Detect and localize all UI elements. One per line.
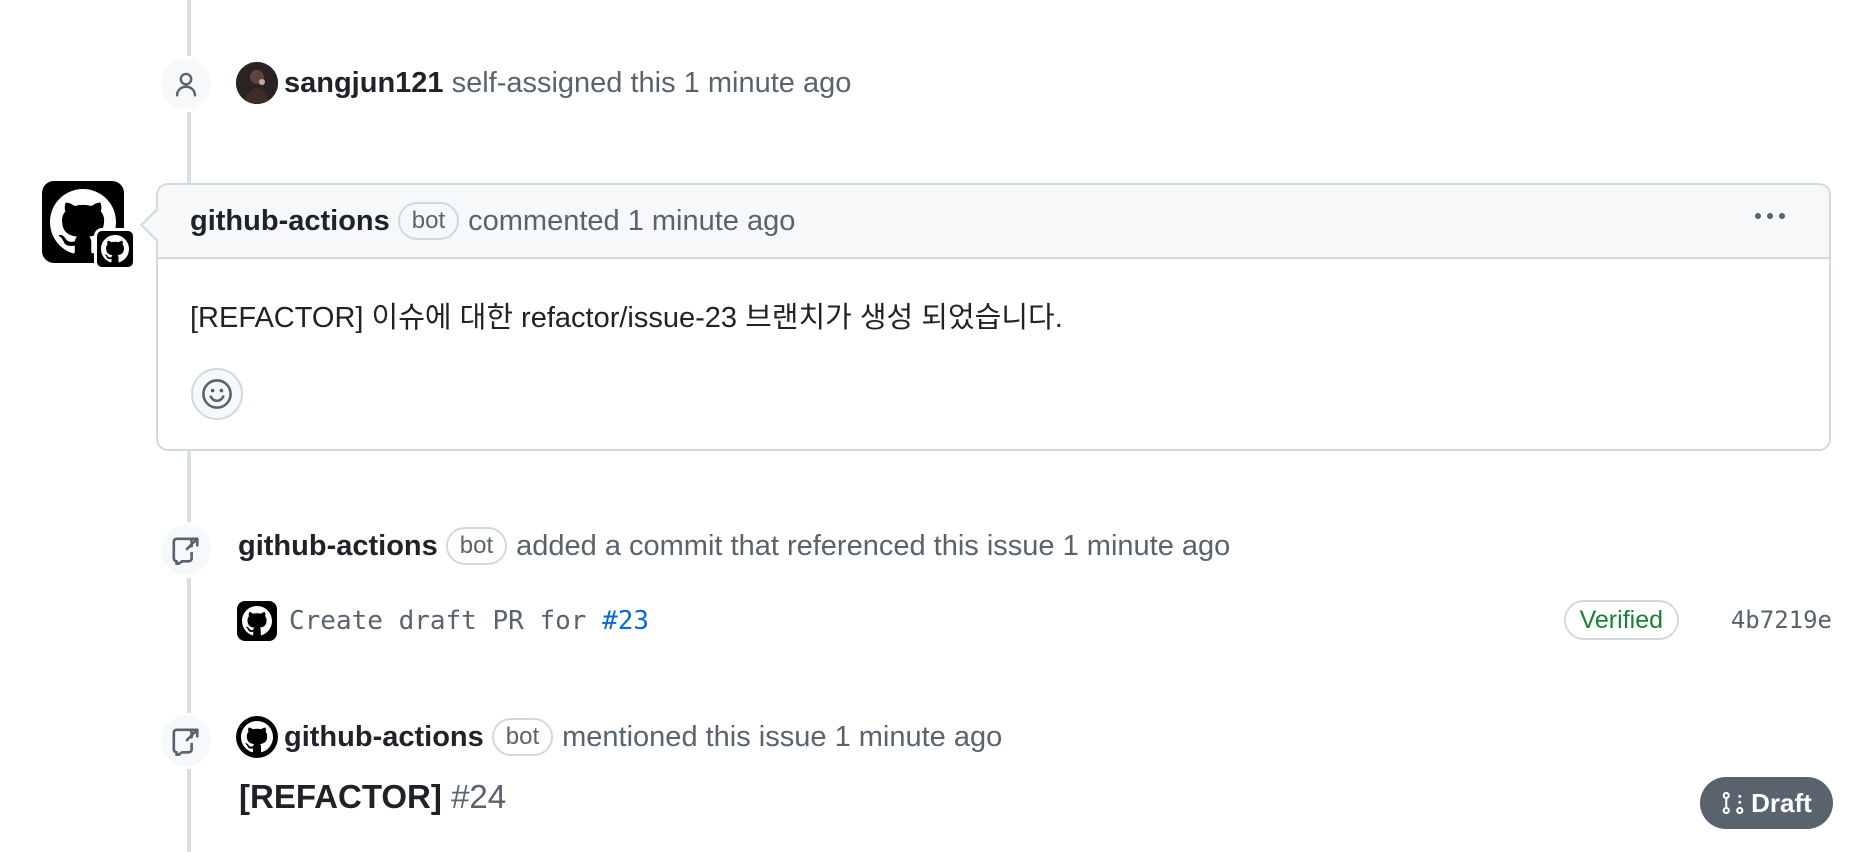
actor-link[interactable]: github-actions	[190, 205, 390, 238]
smiley-icon	[202, 379, 232, 409]
comment-header: github-actions bot commented 1 minute ag…	[158, 185, 1829, 259]
cross-reference-icon	[172, 728, 199, 756]
commit-author-avatar[interactable]	[237, 601, 277, 641]
bot-label: bot	[445, 527, 508, 565]
draft-state-badge: Draft	[1700, 777, 1833, 829]
issue-link[interactable]: #23	[602, 606, 649, 636]
mention-event-badge	[158, 713, 214, 769]
person-icon	[175, 72, 197, 97]
app-badge-avatar	[94, 228, 136, 270]
assigned-event-badge	[158, 56, 214, 112]
mention-event: github-actions bot mentioned this issue …	[284, 715, 1002, 759]
avatar[interactable]	[236, 62, 278, 104]
actor-link[interactable]: github-actions	[238, 530, 438, 563]
octocat-icon	[242, 606, 272, 636]
commit-sha-link[interactable]: 4b7219e	[1731, 606, 1832, 634]
commit-message[interactable]: Create draft PR for #23	[289, 606, 649, 636]
event-text: mentioned this issue 1 minute ago	[562, 720, 1003, 753]
user-photo-avatar	[236, 62, 278, 104]
assigned-event: sangjun121 self-assigned this 1 minute a…	[284, 63, 851, 103]
event-text: added a commit that referenced this issu…	[516, 529, 1231, 562]
octocat-icon	[101, 235, 129, 263]
verified-badge[interactable]: Verified	[1563, 600, 1679, 640]
octocat-icon	[241, 721, 273, 753]
cross-reference-icon	[172, 537, 199, 565]
comment-action-text: commented 1 minute ago	[468, 204, 796, 237]
referenced-pr-title[interactable]: [REFACTOR]	[239, 778, 442, 815]
commit-row: Create draft PR for #23 Verified 4b7219e	[237, 598, 1832, 644]
add-reaction-button[interactable]	[191, 368, 243, 420]
commit-ref-event-badge	[158, 522, 214, 578]
comment-body: [REFACTOR] 이슈에 대한 refactor/issue-23 브랜치가…	[190, 302, 1063, 334]
draft-label: Draft	[1751, 787, 1812, 818]
commit-ref-event: github-actions bot added a commit that r…	[238, 525, 1230, 567]
referenced-pr-link[interactable]: [REFACTOR] #24	[239, 778, 506, 816]
actor-link[interactable]: sangjun121	[284, 67, 444, 100]
commit-message-text[interactable]: Create draft PR for	[289, 606, 586, 636]
kebab-horizontal-icon[interactable]	[1749, 207, 1791, 225]
referenced-pr-number[interactable]: #24	[451, 778, 506, 815]
actor-link[interactable]: github-actions	[284, 721, 484, 754]
github-actions-avatar[interactable]	[236, 716, 278, 758]
git-pull-request-draft-icon	[1722, 791, 1744, 815]
bot-label: bot	[397, 202, 460, 240]
comment-card: github-actions bot commented 1 minute ag…	[156, 183, 1831, 451]
bot-label: bot	[491, 718, 554, 756]
event-text: self-assigned this 1 minute ago	[451, 66, 852, 99]
